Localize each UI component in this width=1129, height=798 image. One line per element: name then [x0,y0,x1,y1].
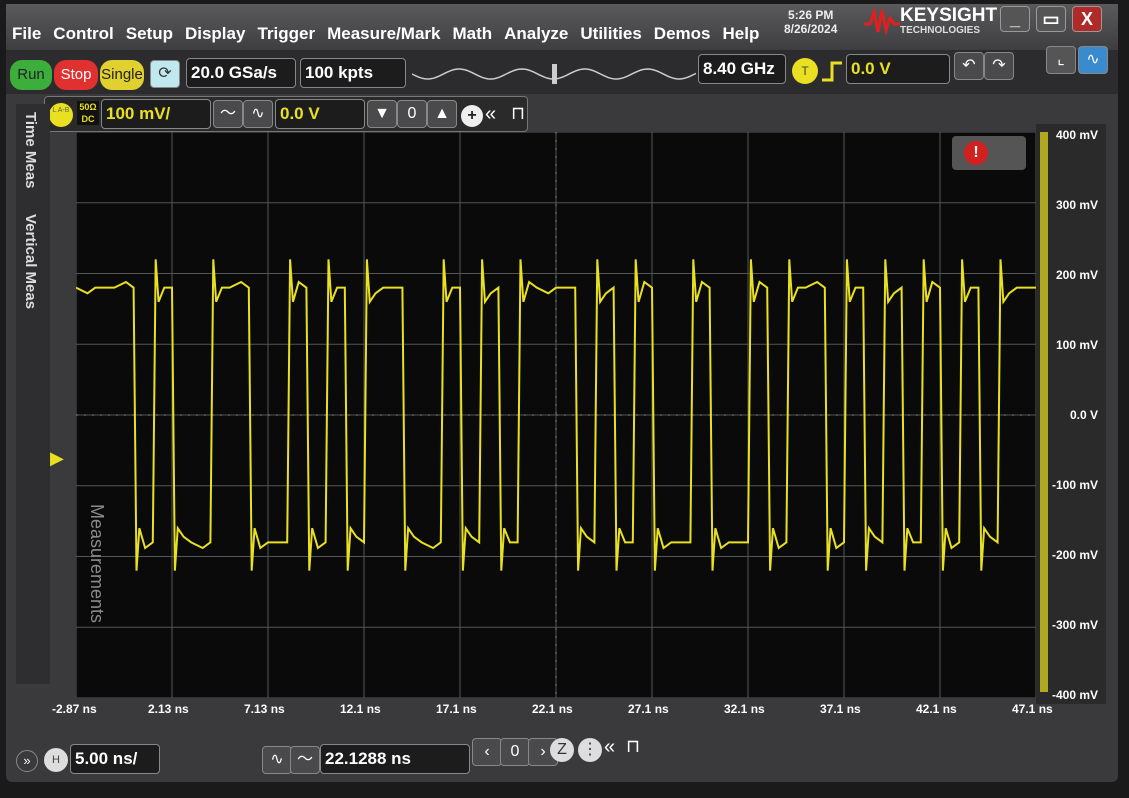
menu-utilities[interactable]: Utilities [580,24,641,44]
waveform-mode-icon[interactable]: ∿ [1078,46,1108,74]
scale-bar [1040,132,1048,692]
position-zero-icon[interactable]: 0 [500,738,530,766]
time-coarse-icon[interactable]: ～ [290,746,320,774]
menu-file[interactable]: File [12,24,41,44]
side-tabs: Time Meas Vertical Meas [16,104,50,684]
tab-vertical-meas[interactable]: Vertical Meas [22,214,39,309]
offset-zero-icon[interactable]: 0 [397,100,427,128]
rising-edge-icon[interactable] [820,60,844,82]
keysight-wave-icon [864,6,900,36]
menu-display[interactable]: Display [185,24,245,44]
time-position-field[interactable]: 22.1288 ns [320,744,470,774]
menu-analyze[interactable]: Analyze [504,24,568,44]
y-tick-label: 200 mV [1055,268,1098,282]
time-scale-field[interactable]: 5.00 ns/ [70,744,160,774]
bandwidth-field[interactable]: 8.40 GHz [698,54,786,84]
horizontal-badge[interactable]: H [44,748,68,772]
x-tick-label: -2.87 ns [52,702,97,716]
brand-sub: TECHNOLOGIES [900,24,981,36]
layout-icon[interactable]: ⌞ [1046,46,1076,74]
waveform-area[interactable]: ! ▶ [50,131,1037,699]
y-tick-label: 300 mV [1055,198,1098,212]
y-tick-label: 0.0 V [1069,408,1098,422]
marker-icon[interactable]: ⋮ [578,738,602,762]
menu-setup[interactable]: Setup [126,24,173,44]
pin-h-icon[interactable]: ⊓ [626,736,640,757]
x-tick-label: 22.1 ns [532,702,573,716]
brand-name: KEYSIGHT [900,4,998,26]
menu-math[interactable]: Math [452,24,492,44]
add-icon[interactable]: + [461,105,483,127]
y-tick-label: -100 mV [1051,478,1098,492]
horizontal-bar: » H 5.00 ns/ ∿ ～ 22.1288 ns ‹ 0 › Z ⋮ « … [16,736,656,778]
expand-button[interactable]: » [16,750,38,772]
menu-control[interactable]: Control [53,24,113,44]
menu-help[interactable]: Help [722,24,759,44]
redo-button[interactable]: ↷ [984,52,1014,80]
x-tick-label: 27.1 ns [628,702,669,716]
bandwidth-slider[interactable] [412,62,696,86]
x-tick-label: 7.13 ns [244,702,285,716]
x-tick-label: 42.1 ns [916,702,957,716]
scale-coarse-icon[interactable]: ∿ [243,100,273,128]
x-tick-label: 17.1 ns [436,702,477,716]
trigger-badge[interactable]: T [792,58,818,84]
waveform-svg [75,131,1037,699]
impedance-label: 50Ω [79,102,97,112]
menu-trigger[interactable]: Trigger [257,24,315,44]
auto-scale-icon[interactable]: ⟳ [150,60,180,88]
x-tick-label: 2.13 ns [148,702,189,716]
toolbar: Run Stop Single ⟳ 20.0 GSa/s 100 kpts 8.… [6,46,1118,94]
scale-fine-icon[interactable]: ～ [213,100,243,128]
date: 8/26/2024 [784,22,838,36]
close-button[interactable]: X [1072,6,1102,32]
minimize-button[interactable]: _ [1000,6,1030,32]
error-indicator[interactable]: ! [952,136,1026,170]
error-icon: ! [964,141,988,165]
offset-down-icon[interactable]: ▼ [367,100,397,128]
collapse-icon[interactable]: « [485,103,496,126]
channel-badge[interactable]: L A-B [49,103,73,127]
y-tick-label: 100 mV [1055,338,1098,352]
coupling-label: DC [81,114,95,124]
memory-depth-field[interactable]: 100 kpts [300,58,406,88]
y-tick-label: -200 mV [1051,548,1098,562]
clock: 5:26 PM 8/26/2024 [784,8,837,36]
menu-demos[interactable]: Demos [654,24,711,44]
offset-up-icon[interactable]: ▲ [427,100,457,128]
channel-bar: L A-B 50Ω DC 100 mV/ ～ ∿ 0.0 V ▼ 0 ▲ + « … [44,96,528,132]
keysight-logo: KEYSIGHT TECHNOLOGIES [864,6,997,36]
maximize-button[interactable]: ▭ [1036,6,1066,32]
offset-field[interactable]: 0.0 V [275,99,365,129]
collapse-h-icon[interactable]: « [604,736,615,759]
x-tick-label: 32.1 ns [724,702,765,716]
x-tick-label: 12.1 ns [340,702,381,716]
y-tick-label: 400 mV [1055,128,1098,142]
x-tick-label: 37.1 ns [820,702,861,716]
undo-button[interactable]: ↶ [954,52,984,80]
position-left-icon[interactable]: ‹ [472,738,502,766]
measurements-tab[interactable]: Measurements [86,504,107,623]
x-tick-label: 47.1 ns [1012,702,1053,716]
scope-window: File Control Setup Display Trigger Measure/Ma… [6,4,1118,782]
time-fine-icon[interactable]: ∿ [262,746,292,774]
menu-measure-mark[interactable]: Measure/Mark [327,24,440,44]
sample-rate-field[interactable]: 20.0 GSa/s [186,58,296,88]
y-tick-label: -400 mV [1051,688,1098,702]
run-button[interactable]: Run [10,60,52,90]
single-button[interactable]: Single [100,60,144,90]
pin-icon[interactable]: ⊓ [511,103,525,124]
vertical-scale-field[interactable]: 100 mV/ [101,99,211,129]
channel-ground-marker[interactable]: ▶ [50,448,64,469]
time: 5:26 PM [788,8,834,22]
zoom-icon[interactable]: Z [550,738,574,762]
tab-time-meas[interactable]: Time Meas [22,112,39,188]
stop-button[interactable]: Stop [54,60,98,90]
trigger-level-field[interactable]: 0.0 V [846,54,950,84]
y-tick-label: -300 mV [1051,618,1098,632]
vertical-scale: 400 mV 300 mV 200 mV 100 mV 0.0 V -100 mV -200… [1036,124,1106,704]
